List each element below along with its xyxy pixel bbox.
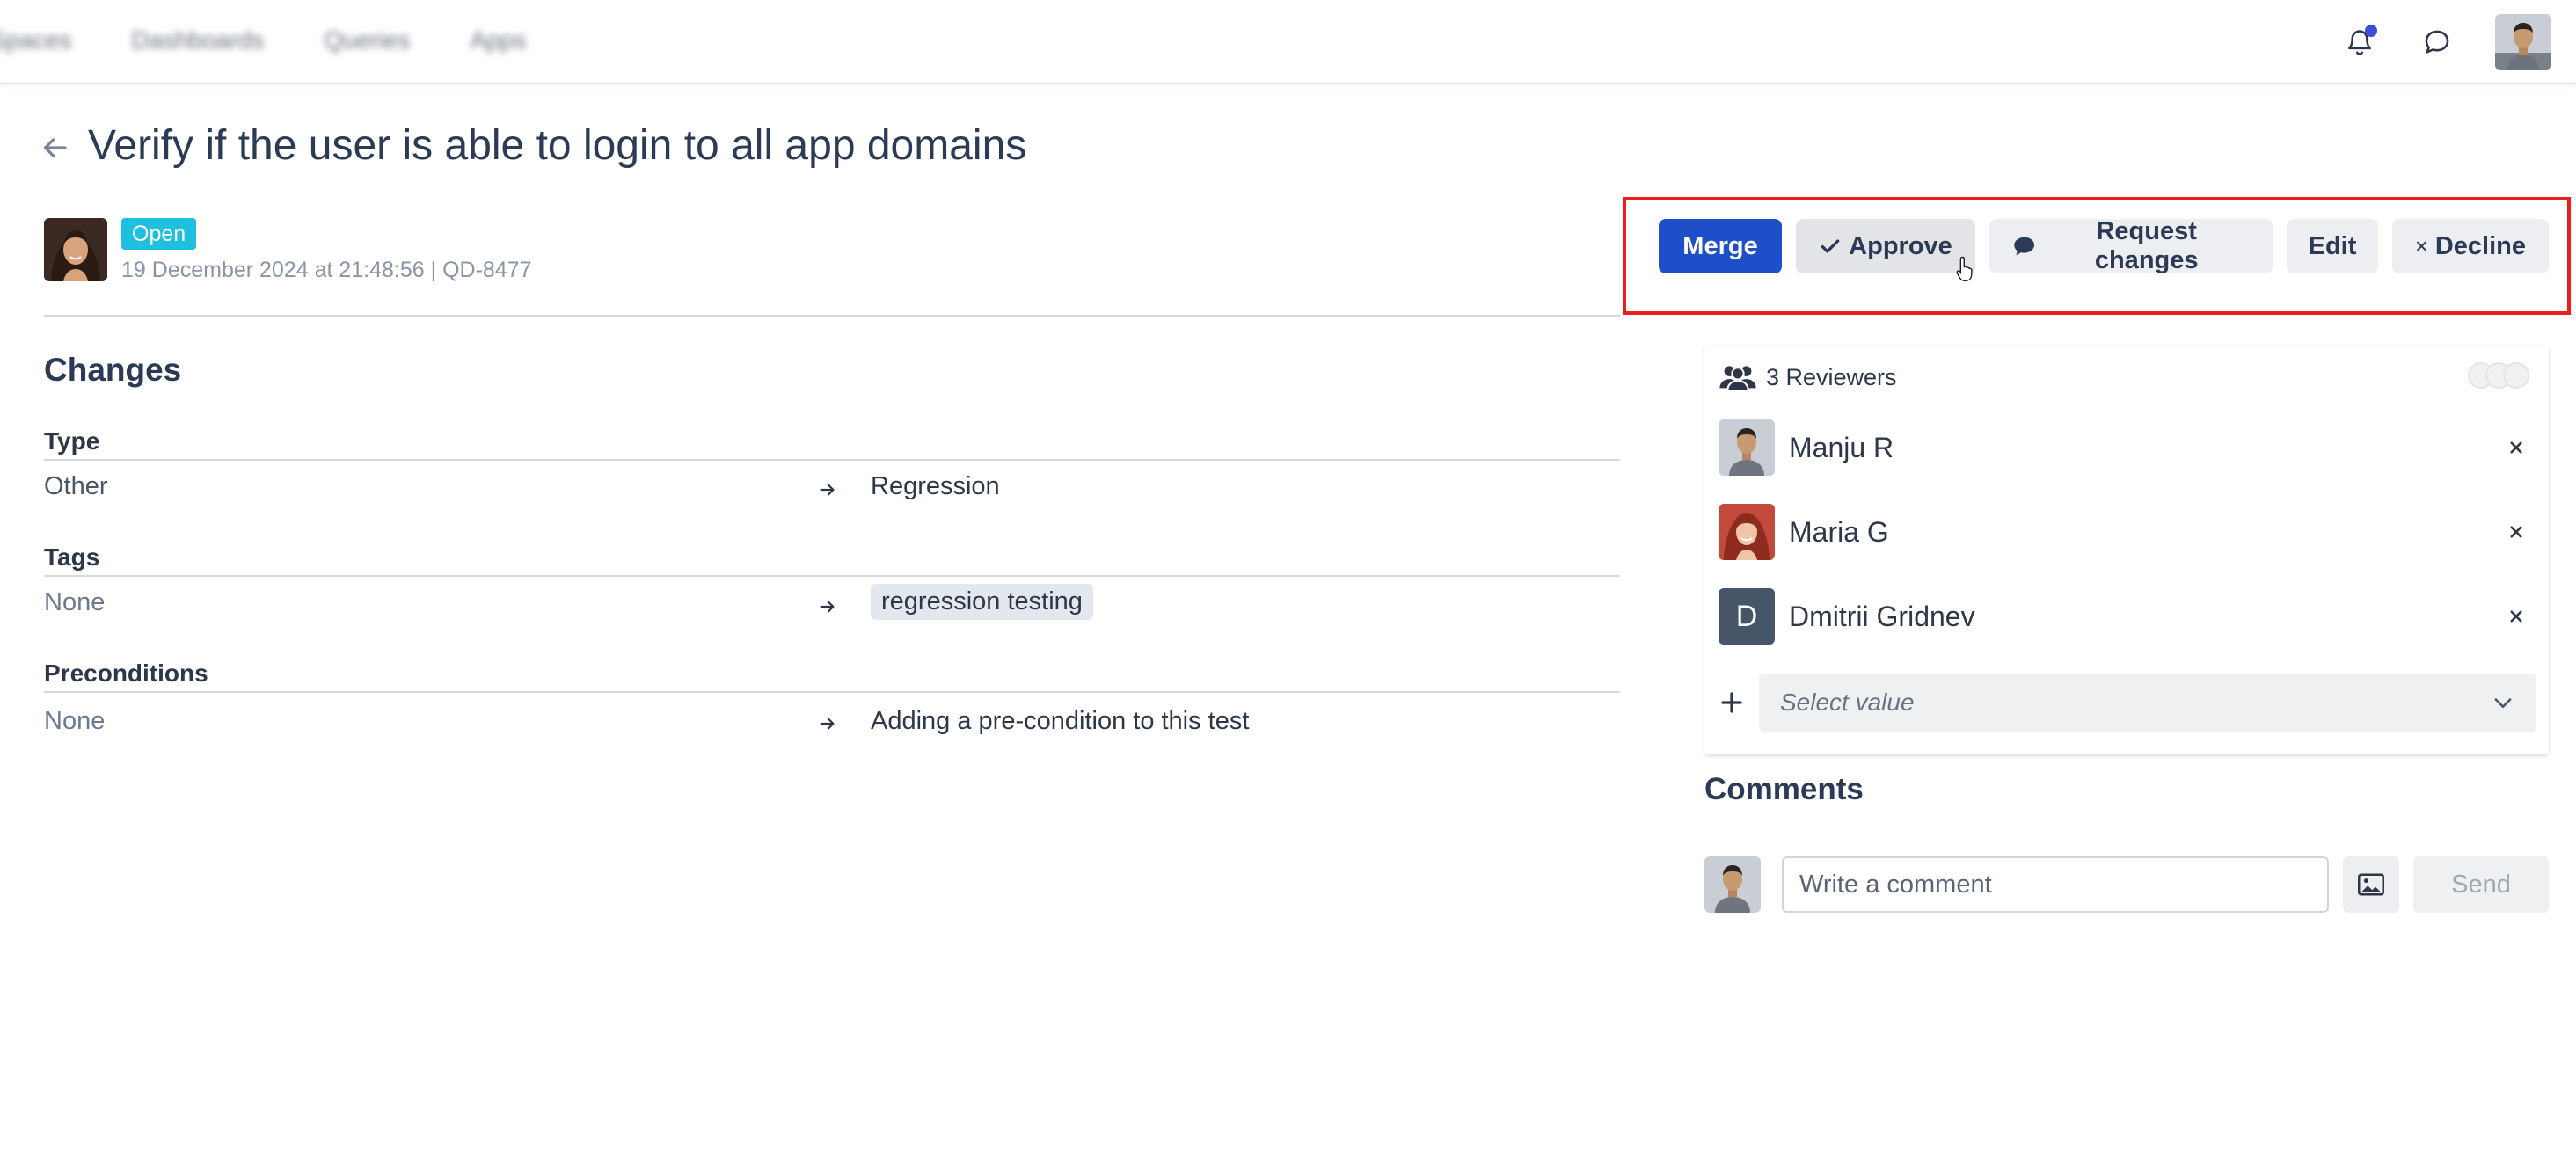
close-icon: [2417, 241, 2426, 251]
field-label-preconditions: Preconditions: [44, 659, 208, 687]
nav-item-queries[interactable]: Queries: [324, 26, 410, 55]
new-value-type: Regression: [871, 472, 1000, 500]
reviewers-header: 3 Reviewers: [1719, 362, 1897, 392]
field-divider: [44, 691, 1620, 693]
plus-icon[interactable]: [1719, 689, 1745, 716]
send-button[interactable]: Send: [2413, 856, 2549, 913]
send-label: Send: [2451, 870, 2511, 899]
attach-image-button[interactable]: [2343, 856, 2399, 913]
image-icon: [2358, 873, 2384, 896]
remove-reviewer-button[interactable]: [2503, 434, 2529, 461]
decline-label: Decline: [2434, 231, 2526, 260]
arrow-right-icon: [820, 601, 835, 613]
comment-icon: [2014, 237, 2035, 256]
select-placeholder: Select value: [1780, 688, 1915, 716]
messages-button[interactable]: [2418, 23, 2456, 62]
hand-cursor-icon: [1956, 256, 1973, 281]
field-label-type: Type: [44, 427, 100, 455]
merge-button[interactable]: Merge: [1659, 219, 1782, 273]
add-reviewer-row: Select value: [1719, 674, 2536, 732]
comments-heading: Comments: [1704, 772, 1864, 806]
arrow-right-icon: [820, 484, 835, 496]
chat-bubble-icon: [2425, 30, 2449, 54]
edit-button[interactable]: Edit: [2287, 219, 2378, 273]
reviewer-row: D Dmitrii Gridnev: [1719, 587, 2536, 645]
avatar: [1704, 856, 1761, 913]
reviewer-name: Manju R: [1789, 431, 1894, 463]
action-bar: Merge Approve Request changes Edit Decli…: [1659, 217, 2549, 274]
created-timestamp: 19 December 2024 at 21:48:56 | QD-8477: [121, 258, 532, 282]
check-icon: [1821, 239, 1840, 253]
nav-item-spaces[interactable]: Spaces: [0, 26, 71, 55]
remove-reviewer-button[interactable]: [2503, 603, 2529, 630]
close-icon: [2510, 526, 2522, 538]
changes-heading: Changes: [44, 352, 182, 388]
decline-button[interactable]: Decline: [2392, 219, 2549, 273]
user-avatar[interactable]: [2495, 14, 2551, 70]
close-icon: [2510, 441, 2522, 454]
avatar: [1719, 419, 1775, 476]
avatar: [1719, 504, 1775, 560]
users-icon: [1719, 366, 1756, 392]
avatar: D: [1719, 588, 1775, 645]
old-value-preconditions: None: [44, 707, 106, 735]
field-divider: [44, 575, 1620, 577]
topbar-icons: [2340, 14, 2551, 70]
back-arrow-icon[interactable]: [39, 132, 70, 164]
reviewers-panel: 3 Reviewers Manju R Maria G D Dmitrii Gr…: [1704, 345, 2549, 754]
remove-reviewer-button[interactable]: [2503, 519, 2529, 545]
nav-item-apps[interactable]: Apps: [470, 26, 526, 55]
close-icon: [2510, 610, 2522, 623]
approve-button[interactable]: Approve: [1796, 219, 1975, 273]
field-divider: [44, 459, 1620, 461]
field-label-tags: Tags: [44, 543, 100, 571]
edit-label: Edit: [2308, 231, 2357, 260]
request-changes-label: Request changes: [2094, 217, 2199, 274]
old-value-type: Other: [44, 472, 108, 500]
chevron-down-icon: [2494, 698, 2512, 708]
reviewer-name: Dmitrii Gridnev: [1789, 600, 1975, 632]
reviewer-row: Maria G: [1719, 503, 2536, 561]
arrow-right-icon: [820, 718, 835, 730]
nav-item-dashboards[interactable]: Dashboards: [131, 26, 264, 55]
top-nav: Spaces Dashboards Queries Apps: [0, 26, 526, 55]
reviewer-name: Maria G: [1789, 515, 1889, 548]
merge-label: Merge: [1682, 231, 1758, 260]
notification-dot: [2365, 25, 2377, 37]
new-value-preconditions: Adding a pre-condition to this test: [871, 707, 1250, 735]
reviewer-row: Manju R: [1719, 419, 2536, 477]
notifications-button[interactable]: [2340, 23, 2379, 62]
old-value-tags: None: [44, 588, 106, 616]
reviewers-avatar-stack[interactable]: [2468, 362, 2529, 389]
tag-chip: regression testing: [871, 584, 1093, 620]
status-badge: Open: [121, 218, 197, 250]
reviewers-count: 3 Reviewers: [1766, 363, 1897, 390]
request-changes-button[interactable]: Request changes: [1989, 217, 2273, 274]
approve-label: Approve: [1849, 231, 1952, 260]
comment-input[interactable]: [1782, 856, 2329, 913]
header-divider: [44, 315, 1620, 317]
page-title: Verify if the user is able to login to a…: [88, 122, 1027, 169]
top-navigation-bar: Spaces Dashboards Queries Apps: [0, 0, 2576, 84]
author-avatar: [44, 218, 107, 281]
reviewer-select[interactable]: Select value: [1759, 674, 2536, 732]
